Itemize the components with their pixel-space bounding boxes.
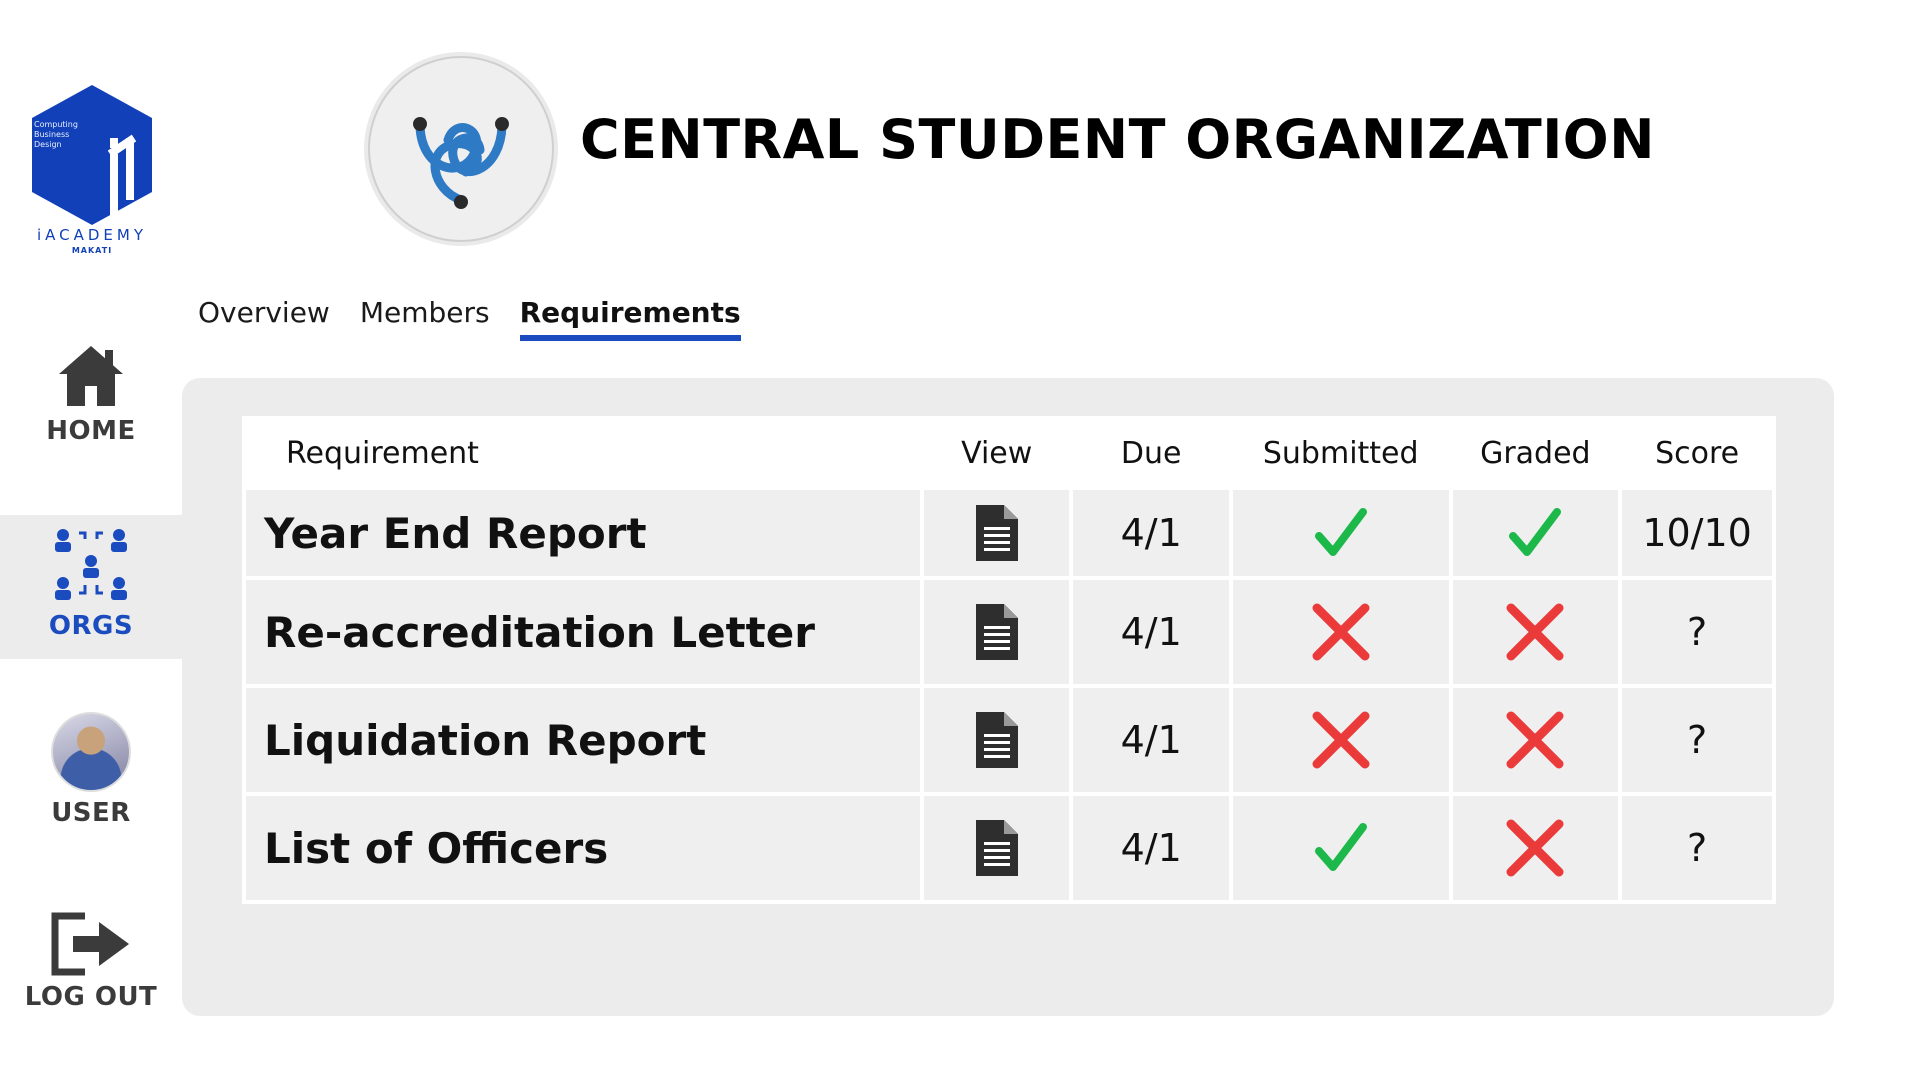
table-row: List of Officers 4/1? [246, 796, 1772, 900]
view-document-button[interactable] [974, 712, 1020, 768]
view-cell[interactable] [923, 688, 1070, 792]
school-name: iACADEMY [36, 226, 148, 244]
check-icon [1314, 508, 1367, 556]
header-submitted: Submitted [1232, 420, 1449, 486]
requirements-table: Requirement View Due Submitted Graded Sc… [242, 416, 1776, 904]
submitted-status [1232, 490, 1449, 576]
view-cell[interactable] [923, 796, 1070, 900]
tab-members[interactable]: Members [360, 296, 490, 341]
view-document-button[interactable] [974, 604, 1020, 660]
school-logo-hexagon-icon [32, 85, 152, 225]
cross-icon [1312, 603, 1370, 661]
document-icon [975, 604, 1018, 660]
logout-icon [51, 912, 129, 976]
score-value: ? [1622, 688, 1772, 792]
score-value: ? [1622, 580, 1772, 684]
submitted-status [1232, 796, 1449, 900]
nav-orgs[interactable]: ORGS [0, 515, 182, 659]
page-title: CENTRAL STUDENT ORGANIZATION [580, 108, 1655, 171]
cross-icon [1506, 819, 1564, 877]
nav-logout[interactable]: LOG OUT [0, 912, 182, 1032]
nav-home-label: HOME [46, 416, 136, 446]
view-cell[interactable] [923, 580, 1070, 684]
cross-icon [1312, 711, 1370, 769]
due-date: 4/1 [1073, 688, 1229, 792]
due-date: 4/1 [1073, 796, 1229, 900]
requirement-name: Year End Report [246, 490, 920, 576]
school-city: MAKATI [71, 246, 113, 255]
nav-logout-label: LOG OUT [24, 982, 158, 1012]
view-document-button[interactable] [974, 505, 1020, 561]
header-graded: Graded [1452, 420, 1619, 486]
requirements-panel: Requirement View Due Submitted Graded Sc… [182, 378, 1834, 1016]
nav-home[interactable]: HOME [0, 342, 182, 454]
check-icon [1314, 823, 1367, 871]
score-value: ? [1622, 796, 1772, 900]
view-document-button[interactable] [974, 820, 1020, 876]
submitted-status [1232, 688, 1449, 792]
graded-status [1452, 490, 1619, 576]
org-emblem-icon [364, 52, 558, 246]
table-row: Liquidation Report 4/1? [246, 688, 1772, 792]
home-icon [59, 346, 123, 406]
due-date: 4/1 [1073, 490, 1229, 576]
submitted-status [1232, 580, 1449, 684]
school-tagline: Computing Business Design [34, 120, 78, 149]
org-emblem [362, 50, 560, 248]
due-date: 4/1 [1073, 580, 1229, 684]
check-icon [1509, 508, 1562, 556]
document-icon [975, 712, 1018, 768]
table-row: Re-accreditation Letter 4/1? [246, 580, 1772, 684]
graded-status [1452, 796, 1619, 900]
header-view: View [923, 420, 1070, 486]
view-cell[interactable] [923, 490, 1070, 576]
tab-requirements[interactable]: Requirements [519, 296, 741, 341]
header-due: Due [1073, 420, 1229, 486]
document-icon [975, 820, 1018, 876]
table-row: Year End Report 4/1 10/10 [246, 490, 1772, 576]
user-avatar [51, 712, 131, 792]
cross-icon [1506, 603, 1564, 661]
score-value: 10/10 [1622, 490, 1772, 576]
nav-user-label: USER [51, 798, 131, 828]
nav-user[interactable]: USER [0, 712, 182, 832]
requirement-name: List of Officers [246, 796, 920, 900]
graded-status [1452, 688, 1619, 792]
tab-overview[interactable]: Overview [198, 296, 330, 341]
requirement-name: Re-accreditation Letter [246, 580, 920, 684]
school-logo: Computing Business Design iACADEMY MAKAT… [22, 80, 162, 260]
header-requirement: Requirement [246, 420, 920, 486]
table-header-row: Requirement View Due Submitted Graded Sc… [246, 420, 1772, 486]
header-score: Score [1622, 420, 1772, 486]
cross-icon [1506, 711, 1564, 769]
graded-status [1452, 580, 1619, 684]
tab-bar: Overview Members Requirements [198, 296, 771, 341]
nav-orgs-label: ORGS [48, 611, 134, 641]
requirement-name: Liquidation Report [246, 688, 920, 792]
organization-icon [55, 529, 127, 600]
document-icon [975, 505, 1018, 561]
